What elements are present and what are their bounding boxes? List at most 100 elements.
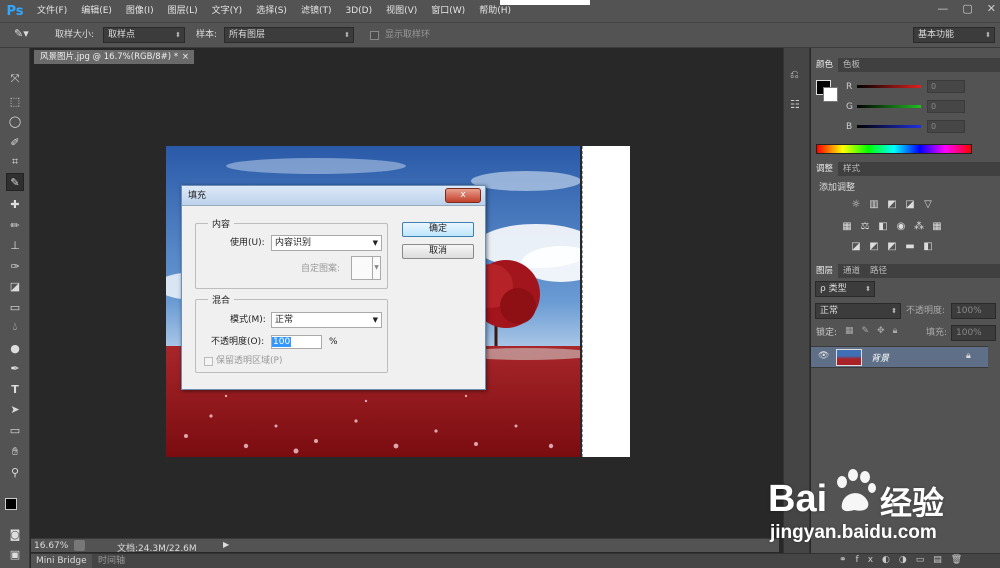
properties-panel-icon[interactable]: ☷ [790, 98, 800, 111]
crop-tool-icon[interactable]: ⌗ [6, 153, 24, 171]
sample-size-select[interactable]: 取样点 ⬍ [103, 27, 185, 43]
marquee-tool-icon[interactable]: ⬚ [6, 92, 24, 110]
document-close-icon[interactable]: × [182, 50, 189, 64]
path-select-tool-icon[interactable]: ➤ [6, 400, 24, 418]
selective-color-icon[interactable]: ◧ [922, 241, 934, 253]
menu-window[interactable]: 窗口(W) [424, 0, 472, 22]
menu-3d[interactable]: 3D(D) [338, 0, 379, 22]
minimize-button[interactable]: — [937, 2, 948, 15]
blur-tool-icon[interactable]: 💧︎ [6, 318, 24, 336]
r-value[interactable]: 0 [927, 80, 965, 93]
gradient-map-icon[interactable]: ▬ [904, 241, 916, 253]
dialog-close-button[interactable]: x [445, 188, 481, 203]
quick-mask-icon[interactable]: ◙ [6, 525, 24, 543]
hand-tool-icon[interactable]: ✋︎ [6, 443, 24, 461]
posterize-icon[interactable]: ◩ [868, 241, 880, 253]
menu-edit[interactable]: 编辑(E) [74, 0, 119, 22]
color-lookup-icon[interactable]: ▦ [931, 221, 943, 233]
menu-image[interactable]: 图像(I) [119, 0, 161, 22]
menu-layer[interactable]: 图层(L) [161, 0, 205, 22]
show-ring-checkbox[interactable] [370, 31, 379, 40]
eyedropper-preset-icon[interactable]: ✎▾ [14, 27, 29, 40]
zoom-tool-icon[interactable]: ⚲ [6, 463, 24, 481]
vibrance-icon[interactable]: ▽ [922, 199, 934, 211]
dodge-tool-icon[interactable]: ● [6, 339, 24, 357]
use-select[interactable]: 内容识别 ▼ [271, 235, 382, 251]
curves-icon[interactable]: ◩ [886, 199, 898, 211]
tab-timeline[interactable]: 时间轴 [93, 554, 130, 568]
tab-swatches[interactable]: 色板 [838, 58, 865, 72]
r-slider[interactable] [857, 85, 921, 88]
screen-mode-icon[interactable]: ▣ [6, 545, 24, 563]
hue-saturation-icon[interactable]: ▦ [841, 221, 853, 233]
b-value[interactable]: 0 [927, 120, 965, 133]
tab-color[interactable]: 颜色 [811, 58, 839, 72]
status-menu-arrow-icon[interactable]: ▶ [223, 540, 229, 549]
workspace-select[interactable]: 基本功能 ⬍ [913, 27, 995, 43]
fill-input[interactable]: 100% [951, 325, 996, 341]
adjust-panel-tabs: 调整 样式 [811, 162, 1000, 176]
tab-adjustments[interactable]: 调整 [811, 162, 839, 176]
ok-button[interactable]: 确定 [402, 222, 474, 237]
black-white-icon[interactable]: ◧ [877, 221, 889, 233]
channel-mixer-icon[interactable]: ⁂ [913, 221, 925, 233]
eyedropper-tool-icon[interactable]: ✎ [6, 173, 24, 191]
brightness-icon[interactable]: ☼ [850, 199, 862, 211]
quick-select-tool-icon[interactable]: ✐ [6, 133, 24, 151]
mode-select[interactable]: 正常 ▼ [271, 312, 382, 328]
document-tab[interactable]: 风景图片.jpg @ 16.7%(RGB/8#) * × [34, 50, 194, 64]
menu-view[interactable]: 视图(V) [379, 0, 424, 22]
layer-row-background[interactable]: 👁︎ 背景 🔒︎ [811, 346, 988, 368]
menu-filter[interactable]: 滤镜(T) [294, 0, 339, 22]
tab-layers[interactable]: 图层 [811, 264, 839, 278]
eraser-tool-icon[interactable]: ◪ [6, 277, 24, 295]
layer-filter-select[interactable]: ρ 类型 ⬍ [815, 281, 875, 297]
visibility-eye-icon[interactable]: 👁︎ [818, 351, 829, 361]
shape-tool-icon[interactable]: ▭ [6, 421, 24, 439]
menu-select[interactable]: 选择(S) [249, 0, 294, 22]
pen-tool-icon[interactable]: ✒ [6, 359, 24, 377]
color-balance-icon[interactable]: ⚖ [859, 221, 871, 233]
layer-blend-mode-select[interactable]: 正常 ⬍ [815, 303, 901, 319]
levels-icon[interactable]: ▥ [868, 199, 880, 211]
move-tool-icon[interactable]: ⤧ [6, 70, 24, 88]
tab-channels[interactable]: 通道 [838, 264, 865, 278]
lock-icons[interactable]: ▦✎✥🔒︎ [845, 326, 905, 336]
custom-pattern-picker[interactable]: ▼ [351, 256, 381, 280]
invert-icon[interactable]: ◪ [850, 241, 862, 253]
history-panel-icon[interactable]: ⎌ [790, 68, 799, 82]
gradient-tool-icon[interactable]: ▭ [6, 298, 24, 316]
menu-type[interactable]: 文字(Y) [205, 0, 250, 22]
tab-styles[interactable]: 样式 [838, 162, 865, 176]
close-button[interactable]: ✕ [987, 2, 996, 15]
preserve-transparency-checkbox[interactable] [204, 357, 213, 366]
layer-opacity-input[interactable]: 100% [951, 303, 996, 319]
cancel-button[interactable]: 取消 [402, 244, 474, 259]
status-share-icon[interactable] [74, 540, 85, 551]
tab-paths[interactable]: 路径 [865, 264, 892, 278]
menu-file[interactable]: 文件(F) [30, 0, 74, 22]
photo-filter-icon[interactable]: ◉ [895, 221, 907, 233]
exposure-icon[interactable]: ◪ [904, 199, 916, 211]
jingyan-url: jingyan.baidu.com [770, 522, 937, 543]
color-spectrum-bar[interactable] [816, 144, 972, 154]
clone-stamp-tool-icon[interactable]: ⊥ [6, 236, 24, 254]
g-slider[interactable] [857, 105, 921, 108]
layer-lock-icon: 🔒︎ [966, 351, 971, 361]
b-slider[interactable] [857, 125, 921, 128]
zoom-level[interactable]: 16.67% [34, 541, 68, 551]
threshold-icon[interactable]: ◩ [886, 241, 898, 253]
tab-mini-bridge[interactable]: Mini Bridge [31, 554, 92, 568]
color-background-swatch[interactable] [823, 87, 838, 102]
opacity-input[interactable]: 100 [271, 335, 322, 349]
foreground-color-swatch[interactable] [5, 498, 17, 510]
g-value[interactable]: 0 [927, 100, 965, 113]
restore-button[interactable]: ▢ [962, 2, 972, 15]
history-brush-tool-icon[interactable]: ✑ [6, 257, 24, 275]
brush-tool-icon[interactable]: ✏ [6, 216, 24, 234]
lasso-tool-icon[interactable]: ◯ [6, 112, 24, 130]
healing-brush-tool-icon[interactable]: ✚ [6, 195, 24, 213]
sample-select[interactable]: 所有图层 ⬍ [224, 27, 354, 43]
type-tool-icon[interactable]: T [6, 380, 24, 398]
transparent-filled-area [582, 146, 630, 457]
